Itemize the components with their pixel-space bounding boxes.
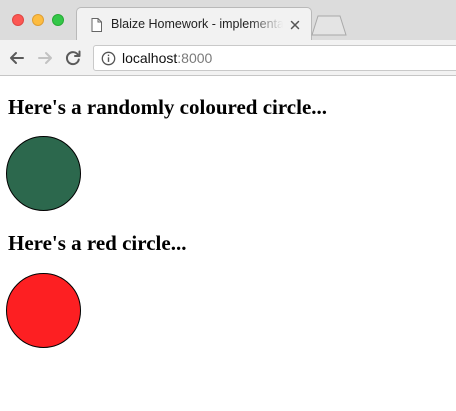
address-bar[interactable]: localhost:8000 [93, 45, 456, 71]
browser-toolbar: localhost:8000 [0, 40, 456, 76]
url-port: :8000 [177, 50, 213, 66]
close-tab-icon[interactable] [290, 20, 300, 30]
tab-title: Blaize Homework - implementation [111, 17, 283, 31]
random-colour-circle [6, 136, 81, 211]
new-tab-button[interactable] [310, 14, 348, 36]
zoom-window-button[interactable] [52, 14, 64, 26]
arrow-left-icon[interactable] [8, 49, 26, 67]
url-text[interactable]: localhost:8000 [122, 50, 212, 66]
red-circle-heading: Here's a red circle... [8, 231, 187, 255]
reload-icon[interactable] [64, 49, 82, 67]
arrow-right-icon[interactable] [36, 49, 54, 67]
url-host: localhost [122, 50, 178, 66]
info-icon[interactable] [101, 51, 116, 66]
minimize-window-button[interactable] [32, 14, 44, 26]
page-icon [91, 18, 102, 32]
tab-active[interactable]: Blaize Homework - implementation [76, 7, 312, 40]
red-circle [6, 273, 81, 348]
close-window-button[interactable] [12, 14, 24, 26]
tab-strip: Blaize Homework - implementation [0, 0, 456, 40]
page-content: Here's a randomly coloured circle... Her… [0, 77, 456, 411]
random-circle-heading: Here's a randomly coloured circle... [8, 95, 328, 119]
